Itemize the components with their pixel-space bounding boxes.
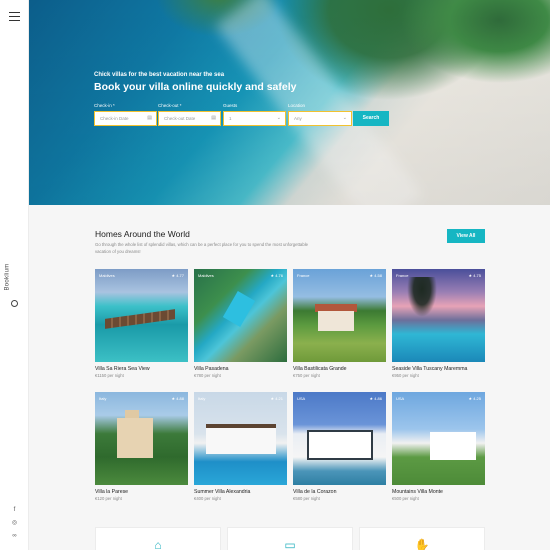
brand-logo[interactable]: Booklium	[4, 258, 24, 308]
hand-icon: ✋	[414, 538, 430, 550]
villa-photo[interactable]: Italy ★ 4.21	[194, 392, 287, 485]
villa-price: €580 per night	[293, 496, 320, 501]
brand-mark-icon	[11, 300, 18, 307]
location-tag: Maldives	[99, 273, 115, 278]
hero-banner: Chick villas for the best vacation near …	[29, 0, 550, 205]
villa-photo[interactable]: Maldives ★ 4.76	[194, 269, 287, 362]
villa-card[interactable]: USA ★ 4.86 Villa de la Corazon €580 per …	[293, 392, 386, 501]
location-tag: Italy	[99, 396, 107, 401]
villa-name[interactable]: Villa Sa Riera Sea View	[95, 366, 150, 372]
rating-badge: ★ 4.88	[171, 396, 184, 401]
checkout-field[interactable]: Check-out Date ▤	[158, 111, 221, 126]
search-button[interactable]: Search	[353, 111, 389, 126]
location-tag: USA	[297, 396, 306, 401]
villa-price: €500 per night	[392, 496, 419, 501]
chevron-down-icon: ⌄	[276, 115, 281, 121]
villa-name[interactable]: Seaside Villa Tuscany Maremma	[392, 366, 467, 372]
house-icon: ⌂	[154, 538, 162, 550]
villa-card[interactable]: Maldives ★ 4.76 Villa Pasadena €780 per …	[194, 269, 287, 378]
tripadvisor-icon[interactable]: ∞	[10, 532, 19, 541]
feature-card: ▭	[227, 527, 353, 550]
villa-card[interactable]: Italy ★ 4.21 Summer Villa Alexandria €40…	[194, 392, 287, 501]
villa-price: €1150 per night	[95, 373, 124, 378]
hero-subtitle: Chick villas for the best vacation near …	[94, 72, 225, 78]
guests-select[interactable]: 1 ⌄	[223, 111, 286, 126]
villa-card[interactable]: Italy ★ 4.88 Villa la Parese €120 per ni…	[95, 392, 188, 501]
hamburger-menu-icon[interactable]	[9, 12, 20, 21]
villa-name[interactable]: Summer Villa Alexandria	[194, 489, 250, 495]
brand-name: Booklium	[4, 263, 11, 291]
villa-card[interactable]: France ★ 4.75 Seaside Villa Tuscany Mare…	[392, 269, 485, 378]
villa-card[interactable]: Maldives ★ 4.77 Villa Sa Riera Sea View …	[95, 269, 188, 378]
left-rail: Booklium f ◎ ∞	[0, 0, 29, 550]
view-all-button[interactable]: View All	[447, 229, 485, 243]
villa-photo[interactable]: Italy ★ 4.88	[95, 392, 188, 485]
villa-photo[interactable]: Maldives ★ 4.77	[95, 269, 188, 362]
hero-title: Book your villa online quickly and safel…	[94, 81, 297, 93]
rating-badge: ★ 4.25	[468, 396, 481, 401]
section-description: Go through the whole list of splendid vi…	[95, 242, 309, 254]
calendar-icon: ▤	[147, 115, 152, 121]
location-tag: France	[297, 273, 310, 278]
villa-price: €750 per night	[293, 373, 320, 378]
villa-photo[interactable]: USA ★ 4.25	[392, 392, 485, 485]
guests-label: Guests	[223, 103, 238, 108]
villa-photo[interactable]: France ★ 4.58	[293, 269, 386, 362]
villa-name[interactable]: Mountains Villa Monte	[392, 489, 443, 495]
checkin-label: Check-in *	[94, 103, 115, 108]
rating-badge: ★ 4.76	[270, 273, 283, 278]
calendar-icon: ▤	[211, 115, 216, 121]
villa-name[interactable]: Villa Pasadena	[194, 366, 229, 372]
feature-card: ✋	[359, 527, 485, 550]
villa-photo[interactable]: France ★ 4.75	[392, 269, 485, 362]
villa-card[interactable]: France ★ 4.58 Villa Bastilicata Grande €…	[293, 269, 386, 378]
homes-section: Homes Around the World Go through the wh…	[29, 205, 550, 550]
villa-price: €950 per night	[392, 373, 419, 378]
location-tag: USA	[396, 396, 405, 401]
rating-badge: ★ 4.77	[171, 273, 184, 278]
checkin-field[interactable]: Check-in Date ▤	[94, 111, 157, 126]
villa-card[interactable]: USA ★ 4.25 Mountains Villa Monte €500 pe…	[392, 392, 485, 501]
location-label: Location	[288, 103, 306, 108]
location-tag: Maldives	[198, 273, 214, 278]
feature-card: ⌂	[95, 527, 221, 550]
location-tag: France	[396, 273, 409, 278]
location-select[interactable]: Any ⌄	[288, 111, 352, 126]
villa-name[interactable]: Villa de la Corazon	[293, 489, 336, 495]
rating-badge: ★ 4.58	[369, 273, 382, 278]
villa-name[interactable]: Villa la Parese	[95, 489, 128, 495]
instagram-icon[interactable]: ◎	[10, 519, 19, 528]
villa-name[interactable]: Villa Bastilicata Grande	[293, 366, 347, 372]
villa-price: €120 per night	[95, 496, 122, 501]
rating-badge: ★ 4.21	[270, 396, 283, 401]
section-title: Homes Around the World	[95, 229, 190, 239]
chevron-down-icon: ⌄	[342, 115, 347, 121]
document-icon: ▭	[284, 538, 296, 550]
location-tag: Italy	[198, 396, 206, 401]
villa-photo[interactable]: USA ★ 4.86	[293, 392, 386, 485]
booking-search-form: Check-in * Check-in Date ▤ Check-out * C…	[94, 103, 389, 127]
villa-price: €400 per night	[194, 496, 221, 501]
facebook-icon[interactable]: f	[10, 506, 19, 515]
rating-badge: ★ 4.75	[468, 273, 481, 278]
checkout-label: Check-out *	[158, 103, 182, 108]
villa-price: €780 per night	[194, 373, 221, 378]
rating-badge: ★ 4.86	[369, 396, 382, 401]
